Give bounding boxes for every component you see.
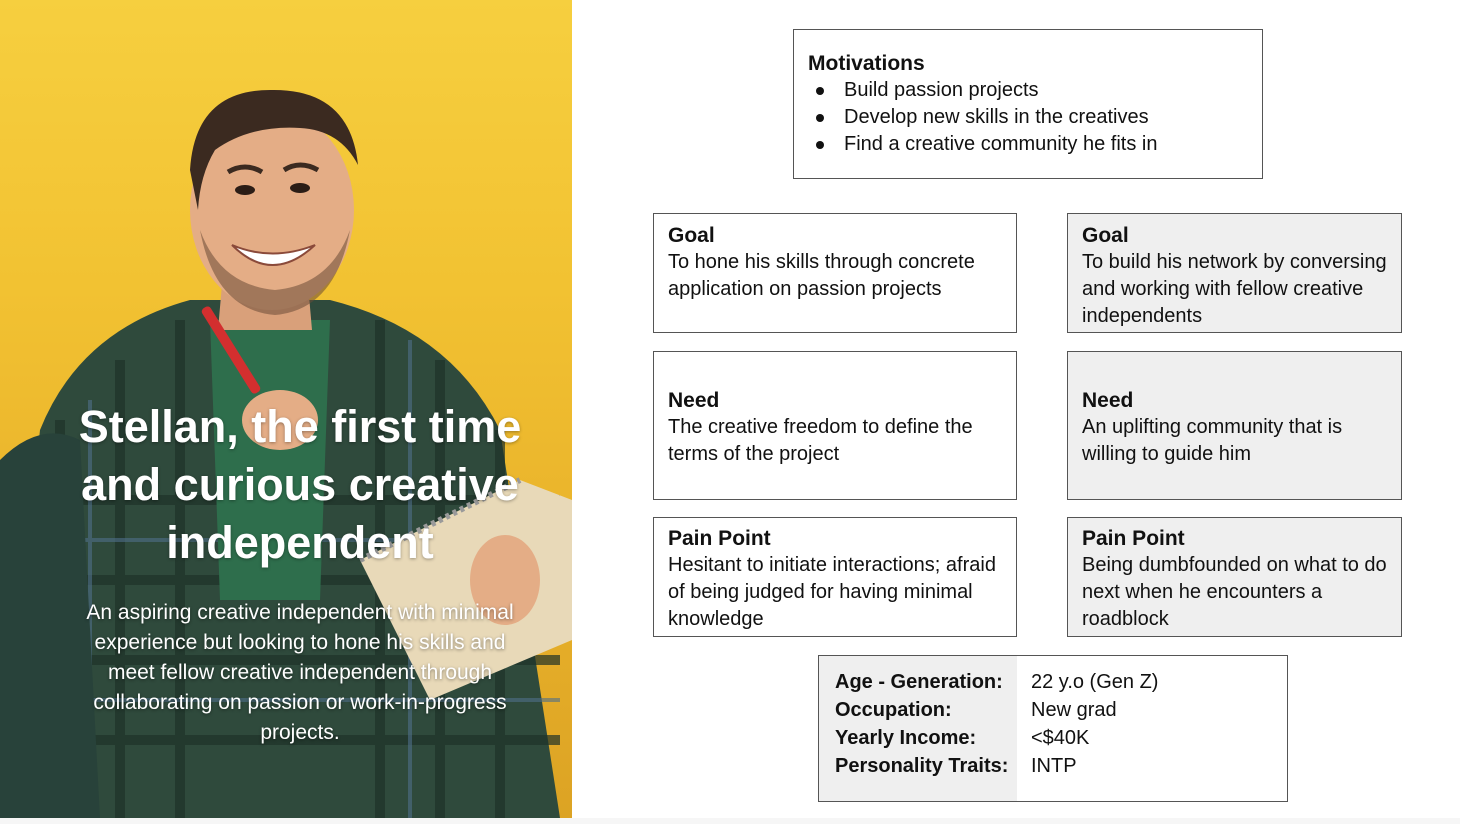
bottom-strip	[0, 818, 1460, 824]
card-body: To hone his skills through concrete appl…	[668, 251, 975, 300]
card-body: An uplifting community that is willing t…	[1082, 416, 1343, 465]
card-title: Pain Point	[668, 527, 771, 550]
label-income: Yearly Income:	[835, 727, 977, 749]
pain-point-card-2: Pain Point Being dumbfounded on what to …	[1067, 517, 1402, 637]
motivations-card: Motivations Build passion projects Devel…	[793, 29, 1263, 179]
list-item: Build passion projects	[814, 77, 1248, 104]
demographics-labels: Age - Generation: Occupation: Yearly Inc…	[819, 656, 1017, 801]
card-body: The creative freedom to define the terms…	[668, 416, 973, 465]
persona-slide: Stellan, the first time and curious crea…	[0, 0, 1460, 818]
label-age: Age - Generation:	[835, 671, 1003, 693]
card-title: Goal	[668, 224, 715, 247]
need-card-2: Need An uplifting community that is will…	[1067, 351, 1402, 500]
value-occupation: New grad	[1031, 699, 1117, 721]
motivations-list: Build passion projects Develop new skill…	[808, 77, 1248, 158]
pain-point-card-1: Pain Point Hesitant to initiate interact…	[653, 517, 1017, 637]
goal-card-1: Goal To hone his skills through concrete…	[653, 213, 1017, 333]
card-title: Pain Point	[1082, 527, 1185, 550]
hero-panel: Stellan, the first time and curious crea…	[0, 0, 572, 818]
value-income: <$40K	[1031, 727, 1090, 749]
motivations-title: Motivations	[808, 52, 925, 75]
card-body: To build his network by conversing and w…	[1082, 251, 1387, 327]
value-age: 22 y.o (Gen Z)	[1031, 671, 1159, 693]
label-occupation: Occupation:	[835, 699, 952, 721]
card-title: Need	[668, 389, 720, 412]
list-item: Find a creative community he fits in	[814, 131, 1248, 158]
demographics-values: 22 y.o (Gen Z) New grad <$40K INTP	[1017, 656, 1287, 801]
card-title: Goal	[1082, 224, 1129, 247]
persona-name: Stellan, the first time and curious crea…	[78, 401, 522, 568]
goal-card-2: Goal To build his network by conversing …	[1067, 213, 1402, 333]
card-body: Hesitant to initiate interactions; afrai…	[668, 554, 996, 630]
value-personality: INTP	[1031, 755, 1077, 777]
card-title: Need	[1082, 389, 1134, 412]
card-body: Being dumbfounded on what to do next whe…	[1082, 554, 1387, 630]
demographics-table: Age - Generation: Occupation: Yearly Inc…	[818, 655, 1288, 802]
persona-description: An aspiring creative independent with mi…	[86, 601, 514, 744]
need-card-1: Need The creative freedom to define the …	[653, 351, 1017, 500]
list-item: Develop new skills in the creatives	[814, 104, 1248, 131]
label-personality: Personality Traits:	[835, 755, 1009, 777]
